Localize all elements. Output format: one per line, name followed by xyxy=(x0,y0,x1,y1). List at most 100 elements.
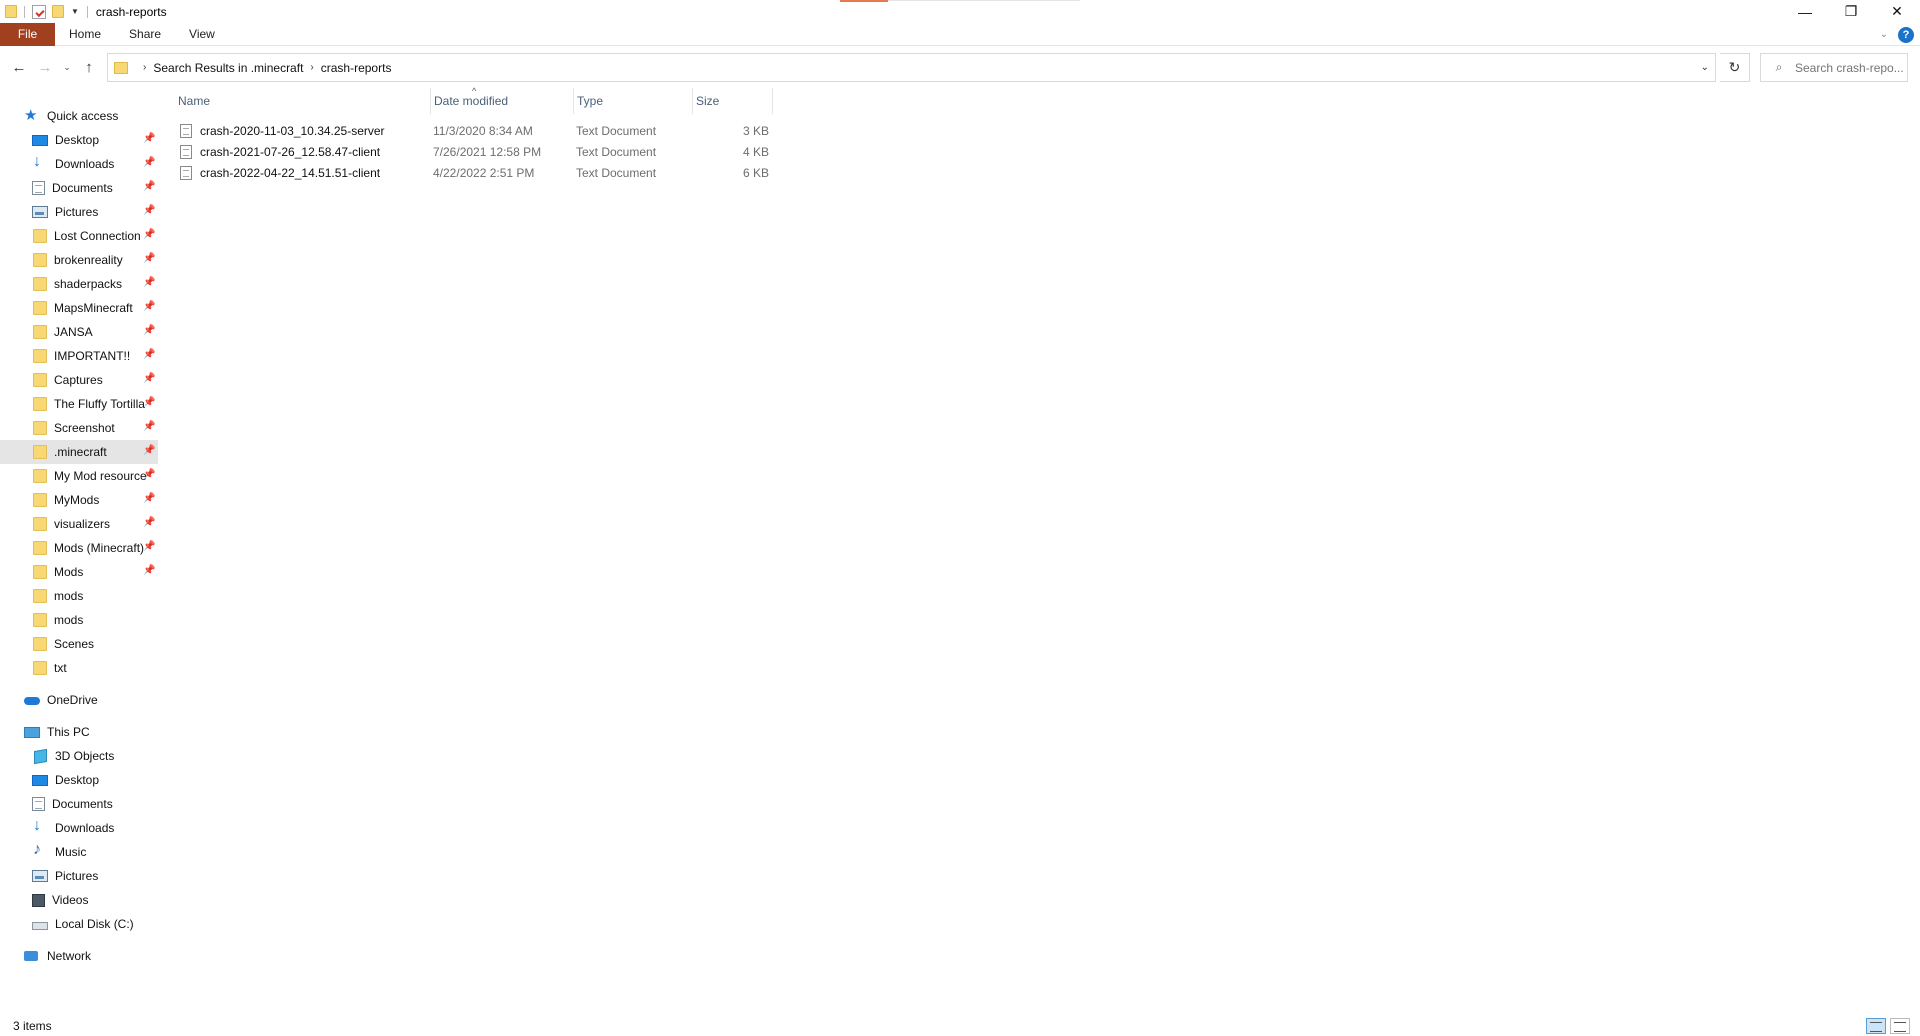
sidebar-item-downloads[interactable]: Downloads 📌 xyxy=(0,152,158,176)
sidebar-item-pc-videos[interactable]: Videos xyxy=(0,888,158,912)
new-folder-icon[interactable] xyxy=(52,5,64,18)
window-controls: — ❐ ✕ xyxy=(1782,0,1920,23)
documents-icon xyxy=(32,181,45,195)
folder-icon xyxy=(33,349,47,363)
address-bar[interactable]: › Search Results in .minecraft › crash-r… xyxy=(107,53,1716,82)
pin-icon[interactable]: 📌 xyxy=(143,181,155,192)
sidebar-item-pc-desktop[interactable]: Desktop xyxy=(0,768,158,792)
tab-view[interactable]: View xyxy=(175,23,229,46)
sidebar-item-txt[interactable]: txt xyxy=(0,656,158,680)
customize-toolbar-caret-icon[interactable]: ▼ xyxy=(71,7,79,16)
sidebar-item-onedrive[interactable]: OneDrive xyxy=(0,688,158,712)
chevron-right-icon[interactable]: › xyxy=(310,62,313,73)
sidebar-item-important[interactable]: IMPORTANT!! 📌 xyxy=(0,344,158,368)
details-view-button[interactable] xyxy=(1866,1018,1886,1034)
sidebar-item-mods[interactable]: mods xyxy=(0,584,158,608)
sidebar-item-pc-pictures[interactable]: Pictures xyxy=(0,864,158,888)
file-name[interactable]: crash-2022-04-22_14.51.51-client xyxy=(200,166,380,180)
pin-icon[interactable]: 📌 xyxy=(143,229,155,240)
sidebar-item-label: Lost Connection xyxy=(54,229,141,243)
sidebar-item-documents[interactable]: Documents 📌 xyxy=(0,176,158,200)
pin-icon[interactable]: 📌 xyxy=(143,349,155,360)
pin-icon[interactable]: 📌 xyxy=(143,205,155,216)
sidebar-item-pc-music[interactable]: Music xyxy=(0,840,158,864)
pin-icon[interactable]: 📌 xyxy=(143,469,155,480)
breadcrumb-search-results[interactable]: Search Results in .minecraft xyxy=(153,61,303,75)
large-icons-view-button[interactable] xyxy=(1890,1018,1910,1034)
pin-icon[interactable]: 📌 xyxy=(143,133,155,144)
sidebar-item-my-mod-resources[interactable]: My Mod resources 📌 xyxy=(0,464,158,488)
file-row[interactable]: crash-2022-04-22_14.51.51-client 4/22/202… xyxy=(177,162,769,183)
sidebar-item-mymods[interactable]: MyMods 📌 xyxy=(0,488,158,512)
search-box[interactable]: ⌕ xyxy=(1760,53,1908,82)
help-icon[interactable]: ? xyxy=(1898,26,1914,43)
sidebar-item-mapsminecraft[interactable]: MapsMinecraft 📌 xyxy=(0,296,158,320)
sidebar-item-mods-minecraft[interactable]: Mods (Minecraft) 📌 xyxy=(0,536,158,560)
chevron-right-icon[interactable]: › xyxy=(143,62,146,73)
file-name[interactable]: crash-2021-07-26_12.58.47-client xyxy=(200,145,380,159)
recent-locations-chevron-icon[interactable]: ⌄ xyxy=(58,52,76,82)
sidebar-item-mods[interactable]: mods xyxy=(0,608,158,632)
file-name[interactable]: crash-2020-11-03_10.34.25-server xyxy=(200,124,385,138)
file-row[interactable]: crash-2020-11-03_10.34.25-server 11/3/202… xyxy=(177,120,769,141)
expand-ribbon-icon[interactable]: ⌄ xyxy=(1880,29,1888,40)
sidebar-item-pc-local-disk-c[interactable]: Local Disk (C:) xyxy=(0,912,158,936)
file-row[interactable]: crash-2021-07-26_12.58.47-client 7/26/202… xyxy=(177,141,769,162)
pin-icon[interactable]: 📌 xyxy=(143,373,155,384)
sidebar-item-this-pc[interactable]: This PC xyxy=(0,720,158,744)
pin-icon[interactable]: 📌 xyxy=(143,301,155,312)
minimize-button[interactable]: — xyxy=(1782,0,1828,23)
up-button[interactable]: ↑ xyxy=(76,52,102,82)
back-button[interactable]: ← xyxy=(6,52,32,82)
search-input[interactable] xyxy=(1795,60,1905,75)
tab-home[interactable]: Home xyxy=(55,23,115,46)
pin-icon[interactable]: 📌 xyxy=(143,397,155,408)
sidebar-item-captures[interactable]: Captures 📌 xyxy=(0,368,158,392)
sidebar-item-desktop[interactable]: Desktop 📌 xyxy=(0,128,158,152)
column-header-size[interactable]: Size xyxy=(693,88,773,114)
refresh-button[interactable]: ↻ xyxy=(1720,53,1750,82)
folder-icon[interactable] xyxy=(5,5,17,18)
pin-icon[interactable]: 📌 xyxy=(143,421,155,432)
sidebar-item-quick-access[interactable]: Quick access xyxy=(0,104,158,128)
forward-button[interactable]: → xyxy=(32,52,58,82)
sidebar-item-brokenreality[interactable]: brokenreality 📌 xyxy=(0,248,158,272)
address-dropdown-icon[interactable]: ⌄ xyxy=(1701,54,1709,81)
folder-icon xyxy=(33,277,47,291)
sidebar-item-scenes[interactable]: Scenes xyxy=(0,632,158,656)
pin-icon[interactable]: 📌 xyxy=(143,517,155,528)
pin-icon[interactable]: 📌 xyxy=(143,565,155,576)
sidebar-item-screenshot[interactable]: Screenshot 📌 xyxy=(0,416,158,440)
pin-icon[interactable]: 📌 xyxy=(143,325,155,336)
sidebar-item-pc-documents[interactable]: Documents xyxy=(0,792,158,816)
tab-file[interactable]: File xyxy=(0,22,55,46)
pin-icon[interactable]: 📌 xyxy=(143,157,155,168)
pin-icon[interactable]: 📌 xyxy=(143,445,155,456)
sidebar-item-shaderpacks[interactable]: shaderpacks 📌 xyxy=(0,272,158,296)
close-button[interactable]: ✕ xyxy=(1874,0,1920,23)
tab-share[interactable]: Share xyxy=(115,23,175,46)
sidebar-item-pictures[interactable]: Pictures 📌 xyxy=(0,200,158,224)
sidebar-item-the-fluffy-tortilla[interactable]: The Fluffy Tortilla 📌 xyxy=(0,392,158,416)
sidebar-item-lost-connection[interactable]: Lost Connection 📌 xyxy=(0,224,158,248)
sidebar-item-visualizers[interactable]: visualizers 📌 xyxy=(0,512,158,536)
sidebar-item-jansa[interactable]: JANSA 📌 xyxy=(0,320,158,344)
music-icon xyxy=(32,841,48,859)
restore-button[interactable]: ❐ xyxy=(1828,0,1874,23)
properties-icon[interactable] xyxy=(32,4,46,19)
pin-icon[interactable]: 📌 xyxy=(143,493,155,504)
column-header-date-modified[interactable]: Date modified xyxy=(431,88,574,114)
column-header-name[interactable]: Name xyxy=(175,88,431,114)
pin-icon[interactable]: 📌 xyxy=(143,277,155,288)
sidebar-item-pc-3d-objects[interactable]: 3D Objects xyxy=(0,744,158,768)
pin-icon[interactable]: 📌 xyxy=(143,253,155,264)
folder-icon xyxy=(33,565,47,579)
sidebar-item-pc-downloads[interactable]: Downloads xyxy=(0,816,158,840)
sidebar-item-network[interactable]: Network xyxy=(0,944,158,968)
column-header-type[interactable]: Type xyxy=(574,88,693,114)
sidebar-item-label: 3D Objects xyxy=(55,749,115,763)
pin-icon[interactable]: 📌 xyxy=(143,541,155,552)
sidebar-item-minecraft[interactable]: .minecraft 📌 xyxy=(0,440,158,464)
breadcrumb-crash-reports[interactable]: crash-reports xyxy=(321,61,392,75)
sidebar-item-mods[interactable]: Mods 📌 xyxy=(0,560,158,584)
